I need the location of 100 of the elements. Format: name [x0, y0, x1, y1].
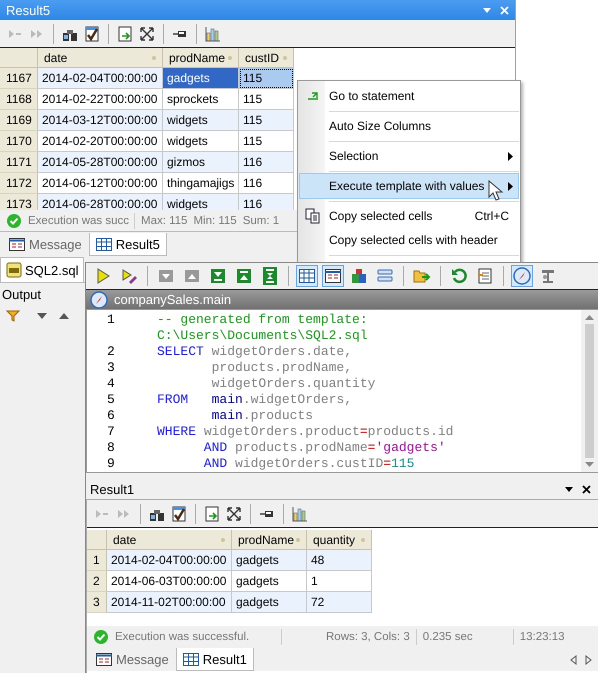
table-cell[interactable]: 2014-02-04T00:00:00	[107, 550, 232, 571]
scroll-up-icon[interactable]	[585, 314, 594, 320]
list-icon	[377, 268, 393, 284]
table-cell[interactable]: 115	[239, 68, 294, 89]
document-check-icon[interactable]	[170, 504, 188, 522]
export-icon[interactable]	[116, 24, 134, 42]
status-stat: Sum: 1	[242, 214, 280, 226]
table-cell[interactable]: 116	[239, 173, 294, 194]
row-number: 1169	[0, 110, 38, 131]
line-number: 2	[106, 344, 116, 360]
table-cell[interactable]: 115	[239, 110, 294, 131]
toolbar-button[interactable]	[322, 265, 344, 287]
table-cell[interactable]: 2014-02-04T00:00:00	[38, 68, 163, 89]
scroll-down-icon[interactable]	[585, 462, 594, 468]
scroll-left-icon[interactable]	[570, 655, 577, 665]
expand-icon[interactable]	[225, 504, 243, 522]
table-cell[interactable]: 2014-06-03T00:00:00	[107, 571, 232, 592]
compass-icon	[90, 290, 108, 308]
table-cell[interactable]: 2014-02-22T00:00:00	[38, 89, 163, 110]
table-cell[interactable]: 1	[307, 571, 372, 592]
filter-icon[interactable]	[6, 310, 20, 322]
table-cell[interactable]: gizmos	[163, 152, 239, 173]
document-title: companySales.main	[114, 292, 232, 307]
tab[interactable]: Message	[89, 648, 176, 671]
code-line: WHERE widgetOrders.product=products.id	[157, 424, 454, 440]
menu-item[interactable]: Selection	[299, 143, 519, 173]
code-editor[interactable]	[86, 309, 598, 473]
tab[interactable]: Message	[2, 233, 89, 256]
tools-icon	[539, 267, 557, 285]
row-number: 1171	[0, 152, 38, 173]
code-line: C:\Users\Documents\SQL2.sql	[157, 328, 368, 344]
tab[interactable]: Result1	[176, 648, 254, 671]
line-number: 1	[106, 312, 116, 328]
table-cell[interactable]: 72	[307, 592, 372, 613]
table-cell[interactable]: widgets	[163, 131, 239, 152]
grid-icon	[182, 652, 199, 666]
move-top-icon	[236, 268, 252, 284]
table-cell[interactable]: 2014-06-28T00:00:00	[38, 194, 163, 210]
table-cell[interactable]: 2014-06-12T00:00:00	[38, 173, 163, 194]
table-cell[interactable]: 116	[239, 194, 294, 210]
bar-chart-icon[interactable]	[204, 24, 222, 42]
table-cell[interactable]: gadgets	[232, 571, 307, 592]
table-cell[interactable]: thingamajigs	[163, 173, 239, 194]
run-edit-icon	[121, 268, 137, 284]
dropdown-icon[interactable]	[564, 485, 574, 493]
line-number: 4	[106, 376, 116, 392]
column-header[interactable]: prodName	[163, 48, 239, 68]
table-cell[interactable]: 116	[239, 152, 294, 173]
line-number: 5	[106, 392, 116, 408]
line-number: 8	[106, 440, 116, 456]
menu-item[interactable]: Copy selected cells with header	[299, 227, 519, 257]
table-cell[interactable]: 115	[239, 89, 294, 110]
move-bottom-icon	[210, 268, 226, 284]
menu-item[interactable]: Auto Size Columns	[299, 113, 519, 143]
line-number: 9	[106, 456, 116, 472]
column-header[interactable]: prodName	[232, 530, 307, 550]
code-line: AND products.prodName='gadgets'	[202, 440, 446, 456]
output-label: Output	[1, 286, 42, 304]
refresh-icon	[451, 268, 467, 284]
up-arrow-icon[interactable]	[58, 312, 70, 320]
column-header[interactable]: date	[107, 530, 232, 550]
column-header[interactable]: quantity	[307, 530, 372, 550]
blocks-icon	[351, 268, 367, 284]
table-cell[interactable]: 48	[307, 550, 372, 571]
go-to-icon	[307, 92, 319, 100]
code-line: SELECT widgetOrders.date,	[157, 344, 352, 360]
down-arrow-icon[interactable]	[36, 312, 48, 320]
scrollbar[interactable]	[581, 310, 598, 472]
row-number: 1167	[0, 68, 38, 89]
expand-icon[interactable]	[138, 24, 156, 42]
menu-item[interactable]: Go to statement	[299, 83, 519, 113]
close-icon[interactable]	[582, 484, 591, 494]
table-cell[interactable]: 2014-02-20T00:00:00	[38, 131, 163, 152]
success-icon	[93, 628, 109, 644]
column-header[interactable]: date	[38, 48, 163, 68]
panel-title: Result5	[6, 2, 52, 18]
table-cell[interactable]: 2014-11-02T00:00:00	[107, 592, 232, 613]
document-check-icon[interactable]	[83, 24, 101, 42]
export-icon[interactable]	[203, 504, 221, 522]
scroll-right-icon[interactable]	[585, 655, 592, 665]
bar-chart-icon[interactable]	[291, 504, 309, 522]
table-cell[interactable]: gadgets	[163, 68, 239, 89]
column-header[interactable]: custID	[239, 48, 294, 68]
table-cell[interactable]: gadgets	[232, 550, 307, 571]
row-number: 1	[87, 550, 107, 571]
tab[interactable]: Result5	[88, 233, 167, 256]
copy-icon	[305, 208, 321, 224]
row-number: 1173	[0, 194, 38, 210]
table-cell[interactable]: 115	[239, 131, 294, 152]
table-cell[interactable]: gadgets	[232, 592, 307, 613]
document-tab[interactable]: SQL2.sql	[0, 257, 84, 282]
table-cell[interactable]: sprockets	[163, 89, 239, 110]
menu-item[interactable]: Execute template with values	[299, 173, 519, 203]
toolbar-button[interactable]	[296, 265, 318, 287]
table-cell[interactable]: 2014-05-28T00:00:00	[38, 152, 163, 173]
table-cell[interactable]: widgets	[163, 110, 239, 131]
success-icon	[6, 212, 22, 228]
menu-item[interactable]: Copy selected cells Ctrl+C	[299, 203, 519, 227]
expand-vertical-icon	[262, 266, 278, 286]
table-cell[interactable]: 2014-03-12T00:00:00	[38, 110, 163, 131]
